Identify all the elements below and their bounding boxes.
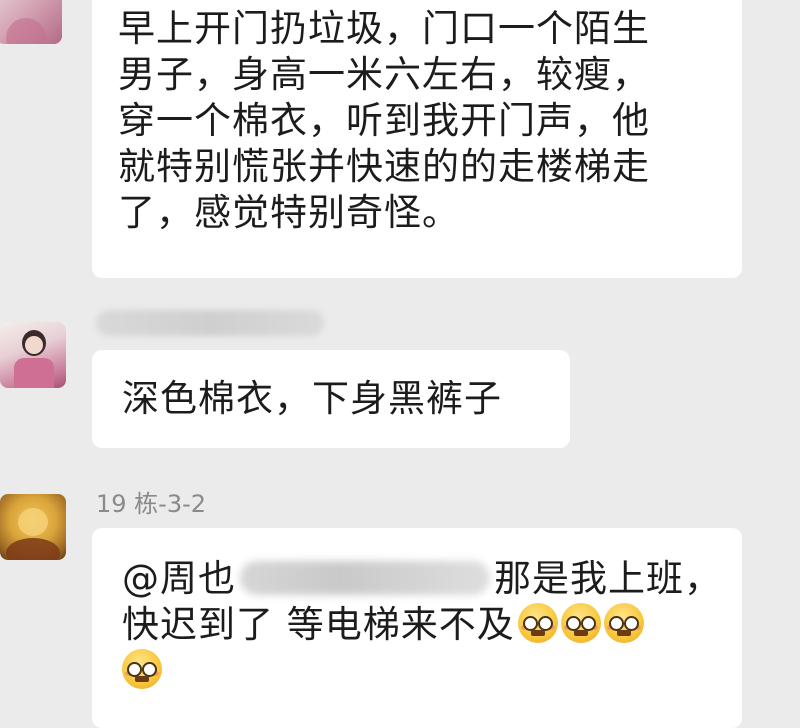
message-line: @周也 那是我上班， [122,556,721,602]
message-line: 穿一个棉衣，听到我开门声，他 [118,99,650,142]
sender-name-redacted [96,310,324,336]
message-line: 了，感觉特别奇怪。 [118,191,460,234]
message-text: 快迟到了 等电梯来不及 [122,603,515,646]
message-line [122,648,718,694]
message-line: 早上开门扔垃圾，门口一个陌生 [118,7,650,50]
message-bubble[interactable]: 深色棉衣，下身黑裤子 [92,350,570,448]
avatar[interactable] [0,0,62,44]
avatar[interactable] [0,322,66,388]
mention[interactable]: @周也 [122,557,236,600]
avatar-body [6,538,60,560]
message-line: 快迟到了 等电梯来不及 [122,602,718,648]
message-line: 就特别慌张并快速的的走楼梯走 [118,145,650,188]
grimacing-emoji-icon [603,603,644,643]
message-line: 深色棉衣，下身黑裤子 [122,377,502,420]
grimacing-emoji-icon [122,649,162,689]
message-bubble[interactable]: 早上开门扔垃圾，门口一个陌生 男子，身高一米六左右，较瘦， 穿一个棉衣，听到我开… [92,0,742,278]
redacted-name [240,561,490,595]
avatar-face [25,336,43,354]
avatar-face [18,508,48,536]
avatar-figure [6,18,46,44]
grimacing-emoji-icon [560,603,601,643]
message-line: 男子，身高一米六左右，较瘦， [118,53,650,96]
grimacing-emoji-icon [517,603,558,643]
avatar[interactable] [0,494,66,560]
sender-name: 19 栋-3-2 [96,490,207,518]
message-bubble[interactable]: @周也 那是我上班， 快迟到了 等电梯来不及 [92,528,742,728]
avatar-body [14,358,54,388]
message-text: 那是我上班， [494,557,722,600]
